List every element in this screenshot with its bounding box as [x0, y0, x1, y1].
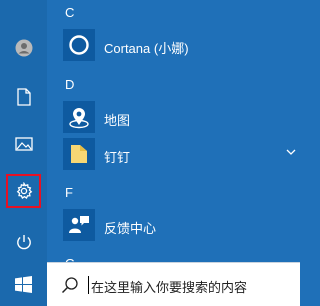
pictures-button[interactable] — [0, 124, 47, 164]
start-button[interactable] — [0, 262, 47, 306]
windows-logo-icon — [15, 275, 32, 293]
section-header-c[interactable]: C — [65, 5, 74, 20]
app-label-cortana[interactable]: Cortana (小娜) — [104, 38, 189, 57]
settings-highlight-box — [6, 174, 41, 208]
search-box[interactable]: 在这里输入你要搜索的内容 — [47, 262, 300, 306]
picture-icon — [14, 137, 33, 151]
cortana-icon — [69, 35, 89, 55]
start-menu-rail — [0, 0, 47, 262]
feedback-hub-tile[interactable] — [63, 209, 95, 241]
maps-tile[interactable] — [63, 101, 95, 133]
power-icon — [16, 235, 31, 250]
power-button[interactable] — [0, 222, 47, 262]
user-account-button[interactable] — [0, 28, 47, 68]
document-icon — [16, 88, 31, 106]
search-icon — [61, 276, 79, 299]
app-label-feedback-hub[interactable]: 反馈中心 — [104, 218, 156, 237]
cortana-tile[interactable] — [63, 29, 95, 61]
chevron-down-icon[interactable] — [286, 148, 296, 156]
documents-button[interactable] — [0, 77, 47, 117]
user-icon — [15, 39, 32, 57]
app-label-maps[interactable]: 地图 — [104, 110, 130, 129]
section-header-d[interactable]: D — [65, 77, 74, 92]
map-pin-icon — [69, 108, 89, 129]
search-placeholder[interactable]: 在这里输入你要搜索的内容 — [91, 277, 247, 296]
dingtalk-tile[interactable] — [63, 138, 95, 170]
feedback-hub-icon — [69, 216, 89, 233]
section-header-f[interactable]: F — [65, 185, 73, 200]
taskbar: 在这里输入你要搜索的内容 — [0, 262, 300, 306]
folder-icon — [71, 145, 87, 163]
app-list: C Cortana (小娜) D 地图 钉钉 F 反馈中心 G — [47, 0, 300, 271]
text-caret — [88, 276, 89, 294]
app-label-dingtalk[interactable]: 钉钉 — [104, 147, 130, 166]
